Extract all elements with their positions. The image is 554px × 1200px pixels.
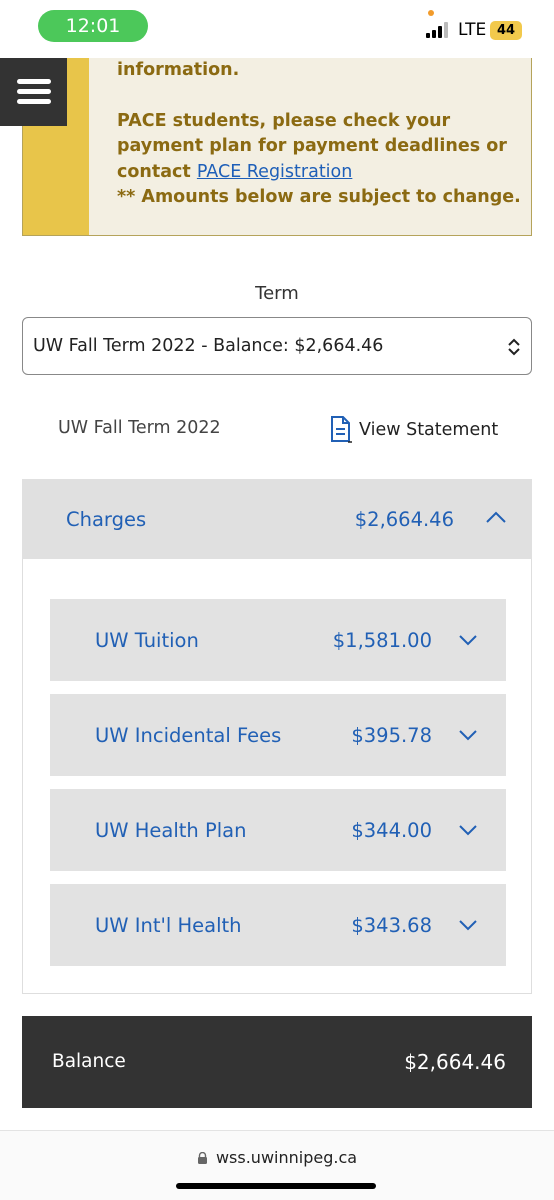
charge-amount: $1,581.00 [332,629,432,652]
charge-item-tuition[interactable]: UW Tuition $1,581.00 [50,599,506,681]
charge-item-health-plan[interactable]: UW Health Plan $344.00 [50,789,506,871]
select-arrows-icon [508,338,520,356]
charge-item-intl-health[interactable]: UW Int'l Health $343.68 [50,884,506,966]
charge-name: UW Tuition [95,629,199,652]
hamburger-menu-icon[interactable] [0,58,67,126]
battery-icon: 44 [490,21,522,40]
status-bar: 12:01 LTE 44 [0,0,554,58]
network-type: LTE [458,20,487,40]
browser-url-bar[interactable]: wss.uwinnipeg.ca [0,1130,554,1200]
view-statement-label: View Statement [359,420,499,440]
privacy-indicator-icon [428,10,434,16]
balance-amount: $2,664.46 [404,1050,506,1074]
charge-name: UW Incidental Fees [95,724,282,747]
charge-name: UW Health Plan [95,819,247,842]
charge-amount: $344.00 [351,819,432,842]
term-select-value: UW Fall Term 2022 - Balance: $2,664.46 [33,336,384,356]
url-text: wss.uwinnipeg.ca [215,1148,358,1167]
charge-amount: $395.78 [351,724,432,747]
charges-body: UW Tuition $1,581.00 UW Incidental Fees … [22,559,532,994]
chevron-down-icon [459,730,477,741]
notice-text: information. PACE students, please check… [117,58,527,211]
chevron-up-icon [486,511,506,523]
chevron-down-icon [459,825,477,836]
cellular-signal-icon [426,22,450,38]
url-display[interactable]: wss.uwinnipeg.ca [0,1148,554,1167]
notice-line-top: information. [117,60,240,80]
term-label: Term [255,283,299,304]
charges-total: $2,664.46 [354,508,454,531]
charge-item-incidental-fees[interactable]: UW Incidental Fees $395.78 [50,694,506,776]
charges-header[interactable]: Charges $2,664.46 [22,479,532,559]
chevron-down-icon [459,635,477,646]
charges-title: Charges [66,508,147,531]
charge-name: UW Int'l Health [95,914,242,937]
pace-registration-link[interactable]: PACE Registration [197,162,352,182]
home-indicator[interactable] [176,1183,376,1189]
document-icon [331,416,352,443]
balance-bar: Balance $2,664.46 [22,1016,532,1108]
charge-amount: $343.68 [351,914,432,937]
notice-box: information. PACE students, please check… [22,58,532,236]
notice-amounts-note: ** Amounts below are subject to change. [117,187,521,207]
term-select[interactable]: UW Fall Term 2022 - Balance: $2,664.46 [22,317,532,375]
status-time: 12:01 [38,10,148,42]
balance-label: Balance [52,1051,126,1072]
statement-row: UW Fall Term 2022 View Statement [58,416,518,446]
lock-icon [197,1152,207,1164]
term-name: UW Fall Term 2022 [58,418,221,438]
chevron-down-icon [459,920,477,931]
